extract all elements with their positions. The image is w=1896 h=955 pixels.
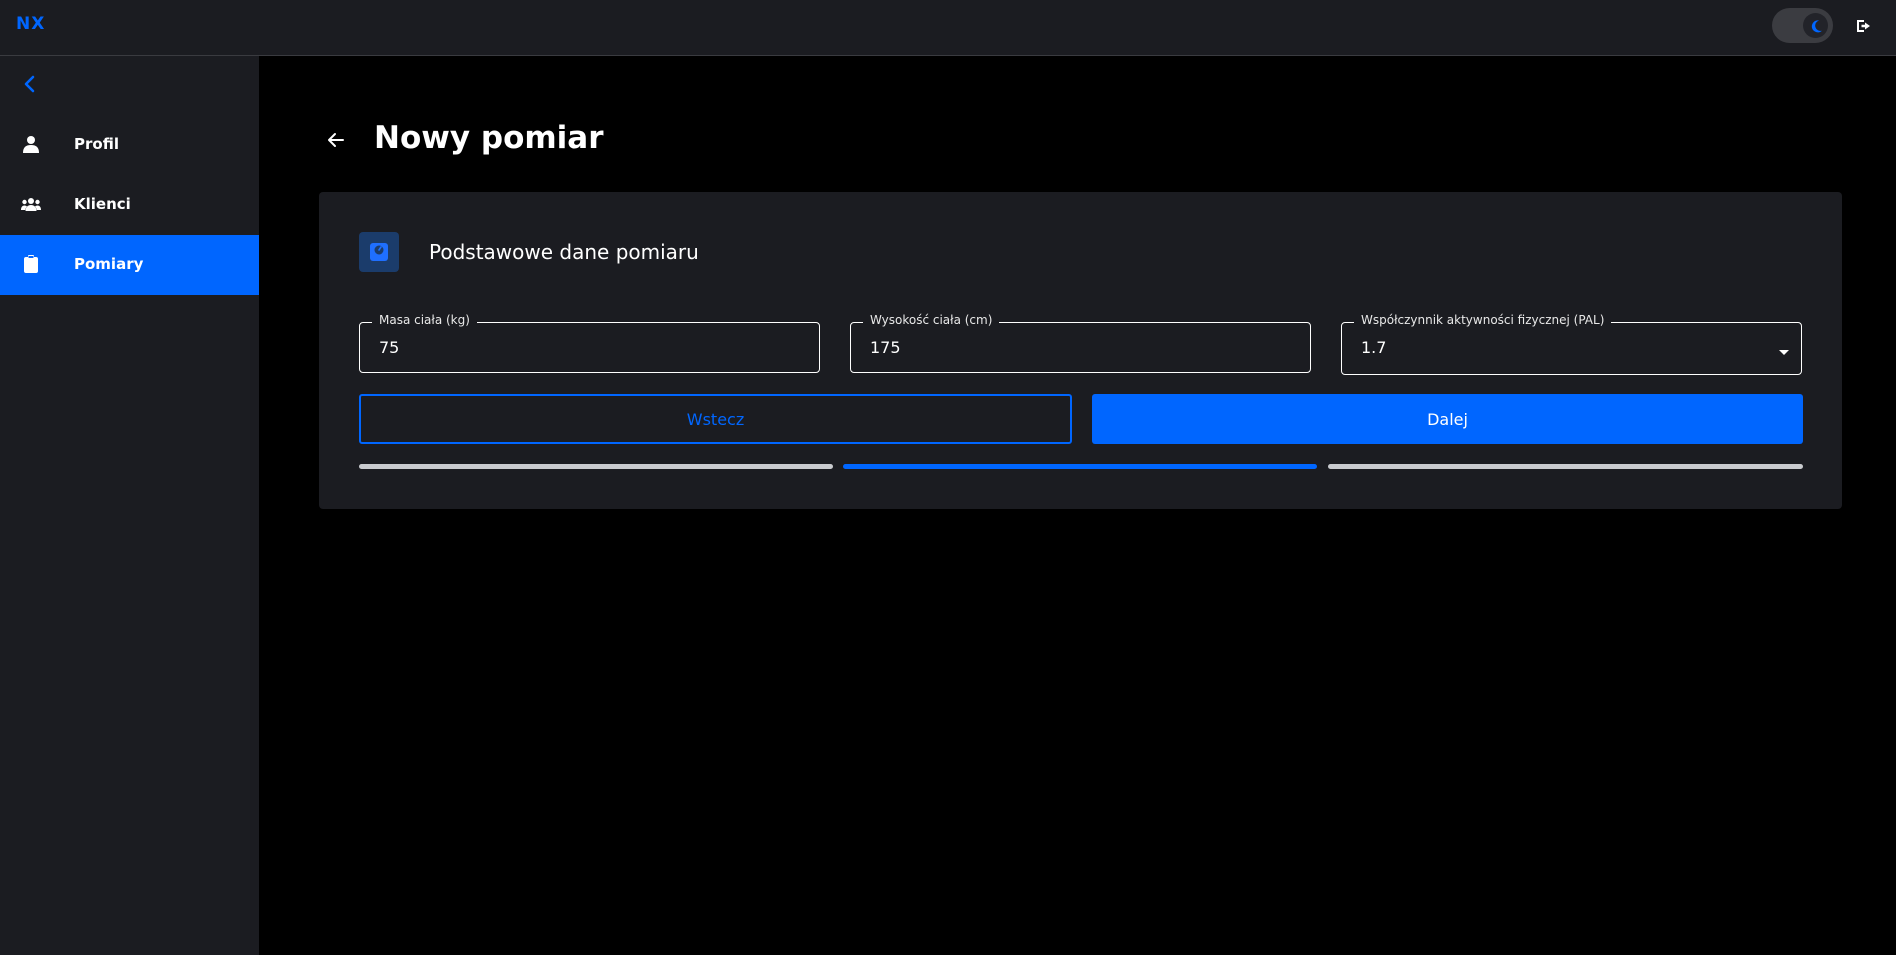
field-value[interactable]: 175 [870, 338, 901, 357]
field-label: Współczynnik aktywności fizycznej (PAL) [1354, 313, 1612, 327]
measurement-card: Podstawowe dane pomiaru Masa ciała (kg) … [319, 192, 1842, 509]
select-value[interactable]: 1.7 [1361, 338, 1386, 357]
sidebar-item-pomiary[interactable]: Pomiary [0, 235, 259, 295]
scale-icon [359, 232, 399, 272]
sidebar-item-klienci[interactable]: Klienci [0, 175, 259, 235]
field-value[interactable]: 75 [379, 338, 399, 357]
sidebar-item-label: Profil [74, 135, 119, 153]
theme-toggle[interactable] [1772, 8, 1833, 43]
person-icon [20, 133, 42, 155]
moon-icon [1803, 13, 1828, 38]
page-title: Nowy pomiar [374, 120, 604, 156]
step-indicator-2 [843, 464, 1317, 469]
caret-down-icon[interactable] [1779, 350, 1789, 355]
next-button[interactable]: Dalej [1092, 394, 1803, 444]
pal-select[interactable]: Współczynnik aktywności fizycznej (PAL) … [1341, 313, 1802, 375]
back-button[interactable]: Wstecz [359, 394, 1072, 444]
step-indicator-3 [1328, 464, 1803, 469]
step-indicator-1 [359, 464, 833, 469]
chevron-left-icon[interactable] [18, 72, 42, 96]
sidebar: Profil Klienci Pomiary [0, 56, 259, 955]
field-label: Masa ciała (kg) [372, 313, 477, 327]
arrow-left-icon[interactable] [320, 124, 352, 156]
sidebar-item-profil[interactable]: Profil [0, 115, 259, 175]
field-label: Wysokość ciała (cm) [863, 313, 1000, 327]
body-mass-field[interactable]: Masa ciała (kg) 75 [359, 313, 820, 373]
body-height-field[interactable]: Wysokość ciała (cm) 175 [850, 313, 1311, 373]
card-title: Podstawowe dane pomiaru [429, 240, 699, 264]
sidebar-item-label: Klienci [74, 195, 131, 213]
clipboard-icon [20, 253, 42, 275]
logout-icon[interactable] [1854, 15, 1876, 37]
sidebar-item-label: Pomiary [74, 255, 144, 273]
app-logo: NX [16, 14, 46, 34]
top-bar: NX [0, 0, 1896, 56]
users-icon [20, 193, 42, 215]
